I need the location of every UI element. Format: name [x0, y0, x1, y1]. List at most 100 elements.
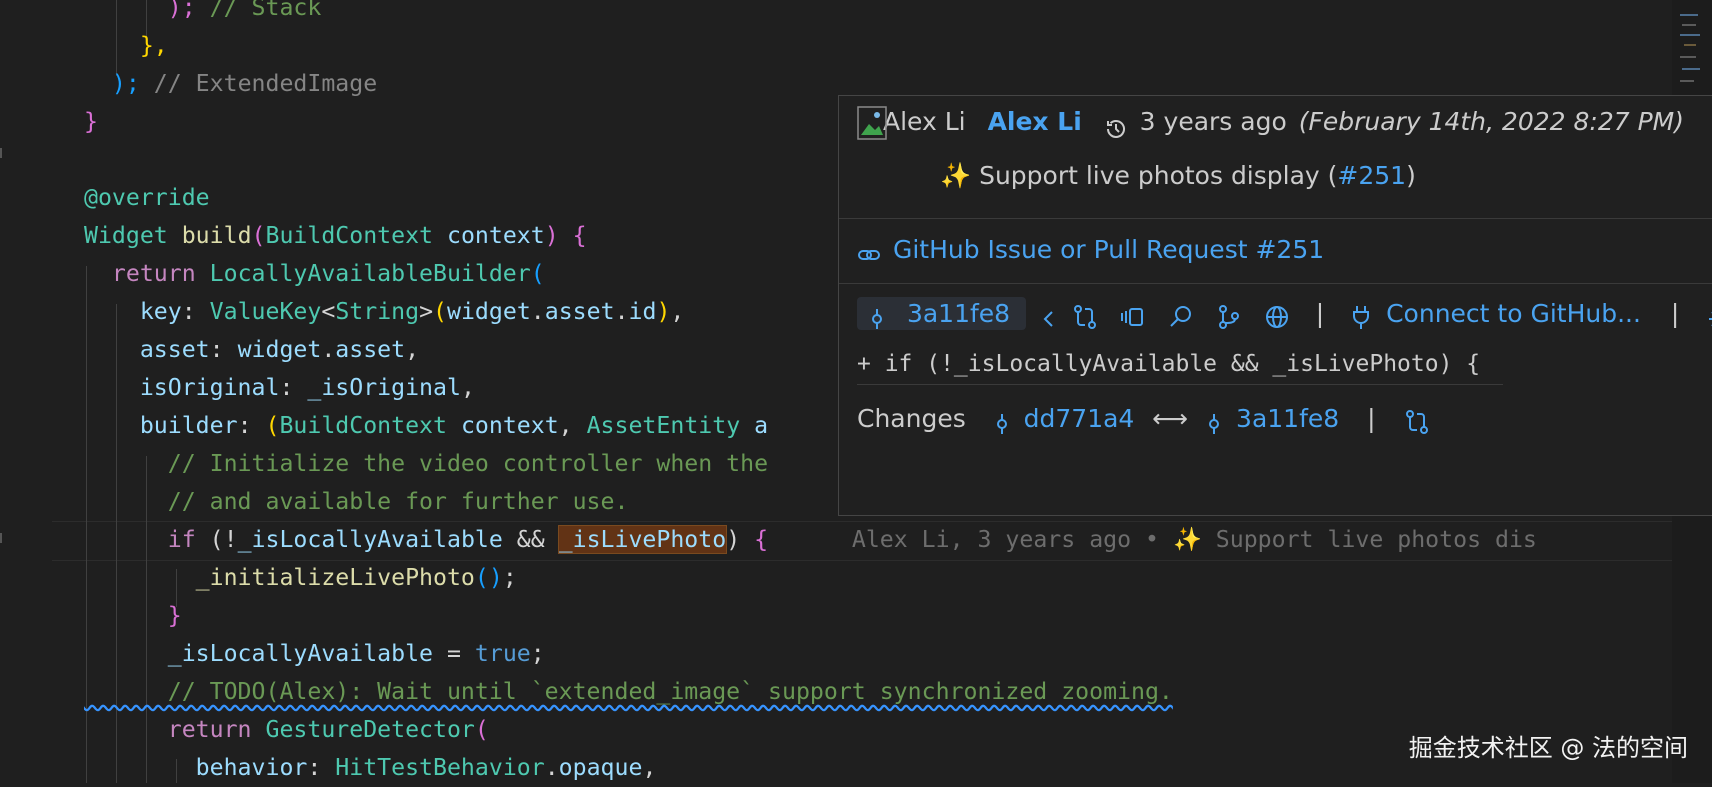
code-line[interactable]: _isLocallyAvailable = true; [84, 635, 545, 673]
code-token: @override [84, 184, 210, 211]
diff-line: + if (!_isLocallyAvailable && _isLivePho… [857, 351, 1481, 377]
code-line[interactable]: return LocallyAvailableBuilder( [84, 255, 545, 293]
code-line[interactable]: return GestureDetector( [84, 711, 489, 749]
minimap-line [1680, 56, 1696, 58]
code-token: return [84, 716, 252, 743]
changes-row: Changes dd771a4 ⟷ 3a11fe8 | [857, 399, 1430, 439]
code-token: && [502, 526, 559, 553]
code-token: { [754, 526, 769, 553]
minimap-line [1680, 34, 1700, 36]
code-token: BuildContext [265, 222, 434, 249]
commit-icon [1204, 408, 1224, 434]
code-token: widget [237, 336, 322, 363]
code-token: // and available for further use. [84, 488, 629, 515]
code-token: , [460, 374, 475, 401]
previous-sha-link[interactable]: dd771a4 [1024, 404, 1135, 433]
code-line[interactable]: builder: (BuildContext context, AssetEnt… [84, 407, 768, 445]
code-token: ) [488, 564, 503, 591]
code-line[interactable]: ); // ExtendedImage [84, 65, 377, 103]
code-line[interactable]: // TODO(Alex): Wait until `extended_imag… [84, 673, 1173, 711]
code-token: : [209, 336, 238, 363]
code-token: behavior [84, 754, 308, 781]
code-token: return [84, 260, 196, 287]
commit-toolbar: 3a11fe8 | Connect to GitHub... | [857, 294, 1712, 334]
code-line[interactable]: key: ValueKey<String>(widget.asset.id), [84, 293, 685, 331]
blame-hover-popup: Alex Li Alex Li 3 years ago (February 14… [838, 95, 1712, 516]
code-token: ; [502, 564, 517, 591]
code-token: ; [530, 640, 545, 667]
code-token: HitTestBehavior [335, 754, 545, 781]
code-line[interactable]: if (!_isLocallyAvailable && _isLivePhoto… [84, 521, 1537, 559]
code-token: ( [433, 298, 448, 325]
code-token: ( [474, 564, 489, 591]
issue-link[interactable]: GitHub Issue or Pull Request #251 [893, 235, 1324, 264]
code-token: // Stack [195, 0, 322, 21]
toolbar-separator: | [1670, 299, 1680, 328]
highlighted-token: _isLivePhoto [557, 525, 728, 554]
code-token: : [279, 374, 308, 401]
code-token: context [433, 222, 545, 249]
commit-sha: 3a11fe8 [906, 299, 1011, 328]
code-token: ) [544, 222, 559, 249]
commit-icon [865, 303, 889, 329]
current-sha-link[interactable]: 3a11fe8 [1236, 404, 1339, 433]
code-token: . [544, 754, 559, 781]
chevron-left-icon[interactable] [1040, 303, 1056, 327]
code-line[interactable]: }, [84, 27, 168, 65]
gear-icon[interactable] [1707, 303, 1712, 327]
code-token: } [84, 602, 182, 629]
code-token: asset [335, 336, 406, 363]
code-token: , [670, 298, 685, 325]
pr-link[interactable]: #251 [1337, 161, 1406, 190]
globe-icon[interactable] [1264, 302, 1290, 328]
code-line[interactable]: // Initialize the video controller when … [84, 445, 768, 483]
code-token: // ExtendedImage [139, 70, 378, 97]
code-line[interactable]: behavior: HitTestBehavior.opaque, [84, 749, 657, 787]
open-details-icon[interactable] [1120, 302, 1146, 328]
minimap-line [1680, 14, 1698, 16]
connect-github-link[interactable]: Connect to GitHub... [1386, 299, 1641, 328]
code-token: ( [265, 412, 280, 439]
relative-time: 3 years ago [1139, 107, 1287, 136]
code-line[interactable]: // and available for further use. [84, 483, 629, 521]
code-token: AssetEntity [586, 412, 741, 439]
code-line[interactable]: Widget build(BuildContext context) { [84, 217, 587, 255]
code-line[interactable]: asset: widget.asset, [84, 331, 419, 369]
code-line[interactable]: @override [84, 179, 210, 217]
search-icon[interactable] [1168, 302, 1194, 328]
gutter-change-mark [0, 148, 2, 158]
code-line[interactable]: isOriginal: _isOriginal, [84, 369, 475, 407]
minimap-line [1684, 44, 1696, 46]
code-token: asset [544, 298, 615, 325]
code-token: if [84, 526, 196, 553]
author-link[interactable]: Alex Li [988, 107, 1082, 136]
code-line[interactable]: ); // Stack [84, 0, 322, 27]
code-token: : [237, 412, 266, 439]
link-icon [857, 239, 881, 263]
code-token: String [335, 298, 420, 325]
code-token: . [530, 298, 545, 325]
watermark: 掘金技术社区 @ 法的空间 [1408, 734, 1688, 762]
code-token: ( [474, 716, 489, 743]
graph-icon[interactable] [1216, 302, 1242, 329]
code-token: widget [447, 298, 531, 325]
diff-preview: + if (!_isLocallyAvailable && _isLivePho… [857, 344, 1503, 385]
commit-icon [992, 408, 1012, 434]
code-token: , [405, 336, 420, 363]
code-line[interactable]: } [84, 103, 98, 141]
minimap-line [1682, 68, 1700, 70]
code-line[interactable]: } [84, 597, 182, 635]
compare-changes-icon[interactable] [1404, 407, 1430, 434]
commit-sha-chip[interactable]: 3a11fe8 [857, 297, 1027, 330]
code-token: { [572, 222, 587, 249]
issue-link-row[interactable]: GitHub Issue or Pull Request #251 [857, 230, 1324, 270]
divider [839, 218, 1712, 219]
code-token: _isLocallyAvailable [84, 640, 434, 667]
compare-changes-icon[interactable] [1072, 302, 1098, 329]
code-line[interactable]: _initializeLivePhoto(); [84, 559, 517, 597]
code-token: ( [530, 260, 545, 287]
code-token: builder [84, 412, 238, 439]
